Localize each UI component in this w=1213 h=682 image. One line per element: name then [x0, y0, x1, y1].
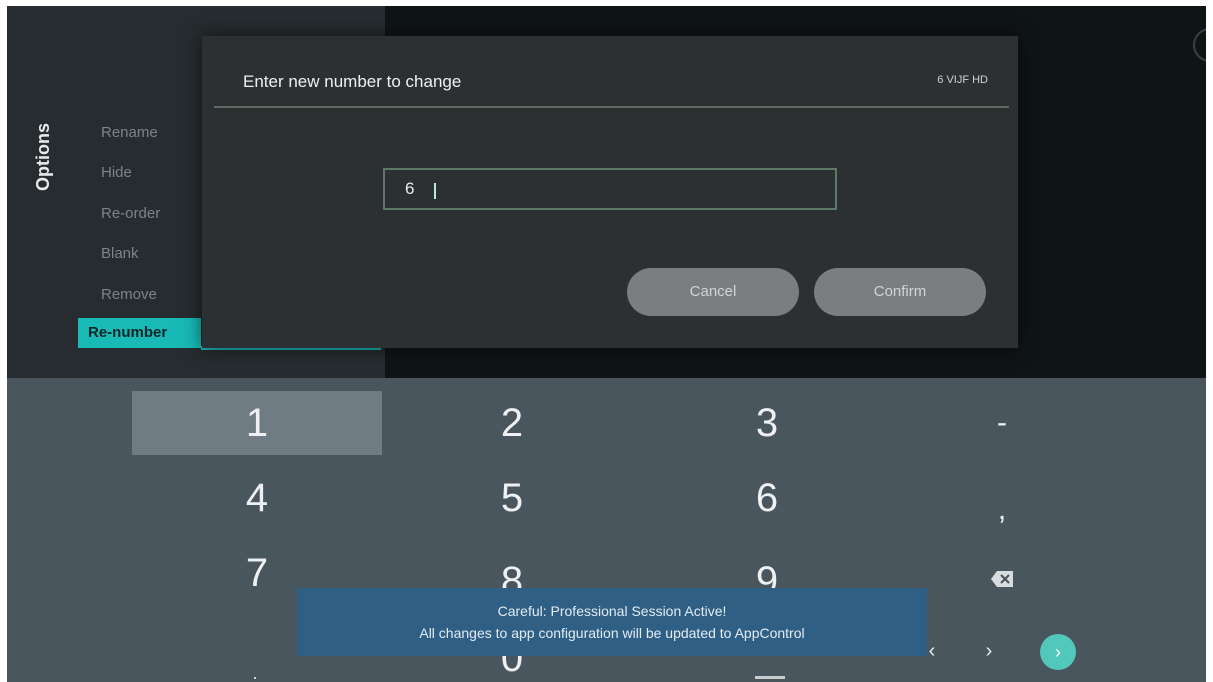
key-space[interactable] — [755, 676, 785, 679]
toast-line-2: All changes to app configuration will be… — [419, 625, 805, 641]
key-1[interactable]: 1 — [132, 391, 382, 455]
option-renumber-label: Re-number — [88, 324, 168, 341]
arrow-right-icon[interactable]: › — [979, 640, 999, 663]
option-hide[interactable]: Hide — [101, 164, 132, 181]
options-title: Options — [33, 123, 53, 191]
toast-line-1: Careful: Professional Session Active! — [497, 603, 727, 619]
key-dash[interactable]: - — [877, 391, 1127, 455]
text-cursor — [434, 183, 436, 199]
cancel-button[interactable]: Cancel — [627, 268, 799, 316]
confirm-button[interactable]: Confirm — [814, 268, 986, 316]
tv-screen: agement Options Rename Hide Re-order Bla… — [7, 6, 1206, 682]
option-rename[interactable]: Rename — [101, 124, 158, 141]
key-4[interactable]: 4 — [132, 466, 382, 530]
option-blank[interactable]: Blank — [101, 245, 139, 262]
key-5[interactable]: 5 — [387, 466, 637, 530]
backspace-icon-glyph — [991, 571, 1013, 587]
key-6[interactable]: 6 — [642, 466, 892, 530]
renumber-dialog: Enter new number to change 6 VIJF HD Can… — [202, 36, 1018, 348]
key-dot[interactable]: . — [245, 663, 265, 682]
dialog-divider — [214, 106, 1009, 108]
key-3[interactable]: 3 — [642, 391, 892, 455]
settings-icon — [1193, 28, 1206, 62]
key-comma[interactable]: , — [877, 478, 1127, 542]
professional-session-toast: Careful: Professional Session Active! Al… — [297, 588, 927, 656]
backspace-icon[interactable] — [987, 570, 1017, 592]
go-icon[interactable]: › — [1040, 634, 1076, 670]
channel-name: 6 VIJF HD — [937, 74, 988, 86]
option-remove[interactable]: Remove — [101, 286, 157, 303]
dialog-title: Enter new number to change — [243, 72, 462, 91]
option-renumber[interactable]: Re-number — [78, 318, 201, 348]
option-reorder[interactable]: Re-order — [101, 205, 160, 222]
channel-number-input[interactable] — [383, 168, 837, 210]
key-2[interactable]: 2 — [387, 391, 637, 455]
